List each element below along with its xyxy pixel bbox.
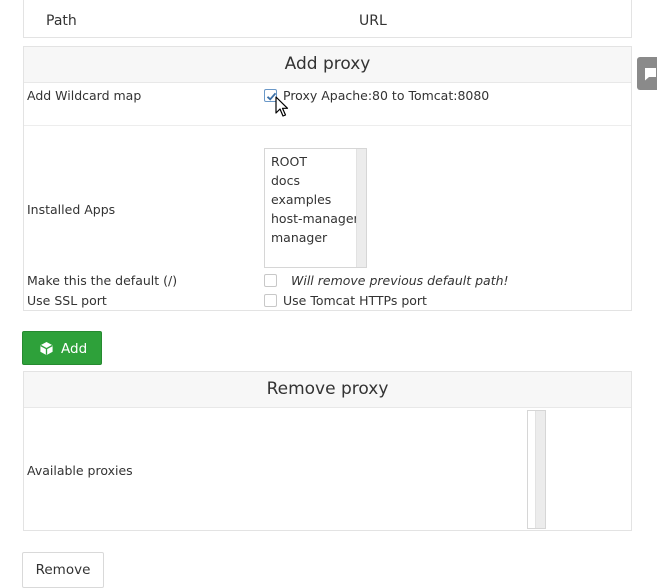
list-item[interactable]: host-manager xyxy=(271,211,359,226)
add-button[interactable]: Add xyxy=(22,331,102,365)
add-button-label: Add xyxy=(61,341,88,357)
listbox-scrollbar[interactable] xyxy=(535,411,545,528)
remove-button-label: Remove xyxy=(35,562,91,578)
listbox-scrollbar[interactable] xyxy=(356,149,366,267)
wildcard-label: Add Wildcard map xyxy=(27,88,142,103)
add-proxy-title: Add proxy xyxy=(24,47,631,83)
mouse-pointer-icon xyxy=(275,96,289,117)
column-header-url: URL xyxy=(359,13,387,29)
remove-proxy-title: Remove proxy xyxy=(24,372,631,408)
ssl-checkbox[interactable] xyxy=(264,294,277,307)
default-checkbox[interactable] xyxy=(264,274,277,287)
column-header-path: Path xyxy=(46,13,77,29)
list-item[interactable]: manager xyxy=(271,230,327,245)
chat-bubble-icon xyxy=(645,68,656,81)
side-chat-tab[interactable] xyxy=(637,57,657,90)
add-proxy-panel: Add proxy Add Wildcard map Proxy Apache:… xyxy=(23,46,632,311)
wildcard-checkbox-label[interactable]: Proxy Apache:80 to Tomcat:8080 xyxy=(283,88,489,103)
installed-apps-listbox[interactable]: ROOT docs examples host-manager manager xyxy=(264,148,367,268)
ssl-label: Use SSL port xyxy=(27,293,107,308)
default-note: Will remove previous default path! xyxy=(291,273,509,288)
routes-table: Path URL xyxy=(23,0,632,38)
list-item[interactable]: ROOT xyxy=(271,154,307,169)
remove-button[interactable]: Remove xyxy=(22,552,104,588)
ssl-checkbox-label[interactable]: Use Tomcat HTTPs port xyxy=(283,293,427,308)
list-item[interactable]: docs xyxy=(271,173,300,188)
default-label: Make this the default (/) xyxy=(27,273,178,288)
available-proxies-label: Available proxies xyxy=(27,463,133,478)
available-proxies-listbox[interactable] xyxy=(527,410,546,529)
remove-proxy-panel: Remove proxy Available proxies xyxy=(23,371,632,531)
cube-icon xyxy=(40,341,53,356)
list-item[interactable]: examples xyxy=(271,192,331,207)
installed-apps-label: Installed Apps xyxy=(27,202,116,217)
row-divider xyxy=(24,125,631,126)
